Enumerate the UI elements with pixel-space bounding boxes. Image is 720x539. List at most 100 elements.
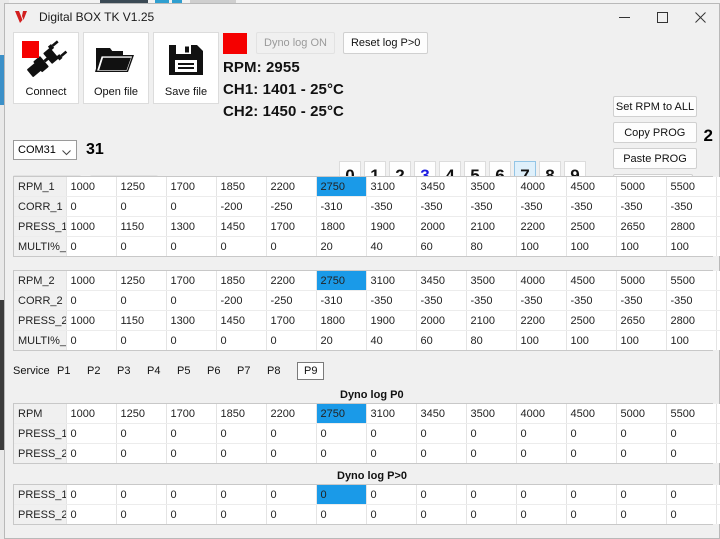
cell-PRESS2-1[interactable]: 0 [116, 443, 167, 463]
cell-MULTI-5[interactable]: 20 [316, 330, 367, 350]
cell-MULTI-10[interactable]: 100 [566, 330, 617, 350]
maximize-icon[interactable] [643, 4, 681, 30]
cell-RPM2-7[interactable]: 3450 [416, 271, 467, 291]
cell-PRESS1-1[interactable]: 1150 [116, 216, 167, 237]
close-icon[interactable] [681, 4, 719, 30]
cell-CORR2-2[interactable]: 0 [166, 290, 217, 311]
cell-PRESS2-13[interactable]: 0 [716, 443, 720, 463]
cell-RPM2-9[interactable]: 4000 [516, 271, 567, 291]
cell-PRESS2-2[interactable]: 0 [166, 443, 217, 463]
cell-MULTI-2[interactable]: 0 [166, 236, 217, 256]
cell-PRESS2-11[interactable]: 2650 [616, 310, 667, 331]
cell-PRESS2-4[interactable]: 1700 [266, 310, 317, 331]
cell-RPM-4[interactable]: 2200 [266, 404, 317, 424]
cell-PRESS1-9[interactable]: 0 [516, 423, 567, 444]
cell-PRESS2-7[interactable]: 0 [416, 443, 467, 463]
cell-MULTI-1[interactable]: 0 [116, 236, 167, 256]
cell-CORR2-11[interactable]: -350 [616, 290, 667, 311]
cell-RPM1-9[interactable]: 4000 [516, 177, 567, 197]
cell-RPM2-5[interactable]: 2750 [316, 271, 367, 291]
tab-P6[interactable]: P6 [207, 362, 237, 380]
cell-PRESS1-12[interactable]: 0 [666, 485, 717, 505]
cell-RPM2-11[interactable]: 5000 [616, 271, 667, 291]
cell-PRESS2-13[interactable]: 2950 [716, 310, 720, 331]
open-file-button[interactable]: Open file [83, 32, 149, 104]
cell-PRESS1-13[interactable]: 0 [716, 423, 720, 444]
cell-RPM2-1[interactable]: 1250 [116, 271, 167, 291]
cell-RPM1-11[interactable]: 5000 [616, 177, 667, 197]
reset-log-button[interactable]: Reset log P>0 [342, 32, 429, 54]
cell-MULTI-12[interactable]: 100 [666, 236, 717, 256]
save-file-button[interactable]: Save file [153, 32, 219, 104]
cell-PRESS1-5[interactable]: 0 [316, 423, 367, 444]
cell-MULTI-11[interactable]: 100 [616, 330, 667, 350]
cell-RPM1-2[interactable]: 1700 [166, 177, 217, 197]
cell-RPM-3[interactable]: 1850 [216, 404, 267, 424]
cell-PRESS2-1[interactable]: 0 [116, 504, 167, 524]
com-port-select[interactable]: COM31 [13, 140, 77, 160]
cell-CORR1-8[interactable]: -350 [466, 196, 517, 217]
cell-RPM2-3[interactable]: 1850 [216, 271, 267, 291]
cell-RPM1-12[interactable]: 5500 [666, 177, 717, 197]
cell-CORR1-4[interactable]: -250 [266, 196, 317, 217]
cell-CORR1-0[interactable]: 0 [66, 196, 117, 217]
copy-prog-button[interactable]: Copy PROG [613, 122, 697, 143]
cell-PRESS2-1[interactable]: 1150 [116, 310, 167, 331]
cell-PRESS2-7[interactable]: 0 [416, 504, 467, 524]
cell-PRESS1-9[interactable]: 0 [516, 485, 567, 505]
cell-RPM1-1[interactable]: 1250 [116, 177, 167, 197]
cell-RPM2-12[interactable]: 5500 [666, 271, 717, 291]
cell-RPM-6[interactable]: 3100 [366, 404, 417, 424]
cell-PRESS2-0[interactable]: 0 [66, 443, 117, 463]
cell-CORR2-13[interactable]: -200 [716, 290, 720, 311]
cell-CORR2-8[interactable]: -350 [466, 290, 517, 311]
cell-PRESS2-6[interactable]: 0 [366, 504, 417, 524]
cell-PRESS1-13[interactable]: 0 [716, 485, 720, 505]
cell-PRESS1-8[interactable]: 2100 [466, 216, 517, 237]
cell-RPM2-6[interactable]: 3100 [366, 271, 417, 291]
cell-PRESS1-2[interactable]: 0 [166, 485, 217, 505]
cell-RPM1-10[interactable]: 4500 [566, 177, 617, 197]
cell-CORR1-10[interactable]: -350 [566, 196, 617, 217]
cell-RPM1-4[interactable]: 2200 [266, 177, 317, 197]
cell-PRESS1-8[interactable]: 0 [466, 485, 517, 505]
cell-RPM-11[interactable]: 5000 [616, 404, 667, 424]
cell-RPM1-6[interactable]: 3100 [366, 177, 417, 197]
cell-RPM-1[interactable]: 1250 [116, 404, 167, 424]
cell-MULTI-13[interactable]: 100 [716, 330, 720, 350]
cell-PRESS2-4[interactable]: 0 [266, 443, 317, 463]
cell-CORR2-5[interactable]: -310 [316, 290, 367, 311]
cell-MULTI-1[interactable]: 0 [116, 330, 167, 350]
cell-CORR2-9[interactable]: -350 [516, 290, 567, 311]
cell-PRESS1-11[interactable]: 2650 [616, 216, 667, 237]
cell-PRESS1-12[interactable]: 0 [666, 423, 717, 444]
cell-MULTI-6[interactable]: 40 [366, 236, 417, 256]
cell-PRESS2-11[interactable]: 0 [616, 504, 667, 524]
cell-PRESS2-13[interactable]: 0 [716, 504, 720, 524]
cell-MULTI-13[interactable]: 100 [716, 236, 720, 256]
cell-PRESS2-8[interactable]: 0 [466, 504, 517, 524]
cell-CORR2-10[interactable]: -350 [566, 290, 617, 311]
cell-CORR1-3[interactable]: -200 [216, 196, 267, 217]
tab-P7[interactable]: P7 [237, 362, 267, 380]
cell-MULTI-0[interactable]: 0 [66, 236, 117, 256]
cell-PRESS1-10[interactable]: 0 [566, 423, 617, 444]
cell-MULTI-11[interactable]: 100 [616, 236, 667, 256]
cell-CORR1-12[interactable]: -350 [666, 196, 717, 217]
cell-RPM1-3[interactable]: 1850 [216, 177, 267, 197]
cell-CORR2-6[interactable]: -350 [366, 290, 417, 311]
cell-MULTI-3[interactable]: 0 [216, 236, 267, 256]
paste-prog-button[interactable]: Paste PROG [613, 148, 697, 169]
cell-CORR2-7[interactable]: -350 [416, 290, 467, 311]
cell-PRESS1-9[interactable]: 2200 [516, 216, 567, 237]
cell-PRESS2-3[interactable]: 0 [216, 504, 267, 524]
cell-PRESS1-7[interactable]: 0 [416, 423, 467, 444]
cell-RPM2-4[interactable]: 2200 [266, 271, 317, 291]
cell-RPM-0[interactable]: 1000 [66, 404, 117, 424]
cell-CORR2-12[interactable]: -350 [666, 290, 717, 311]
cell-CORR1-2[interactable]: 0 [166, 196, 217, 217]
cell-PRESS1-10[interactable]: 2500 [566, 216, 617, 237]
cell-MULTI-7[interactable]: 60 [416, 330, 467, 350]
tab-P2[interactable]: P2 [87, 362, 117, 380]
cell-PRESS2-9[interactable]: 0 [516, 443, 567, 463]
